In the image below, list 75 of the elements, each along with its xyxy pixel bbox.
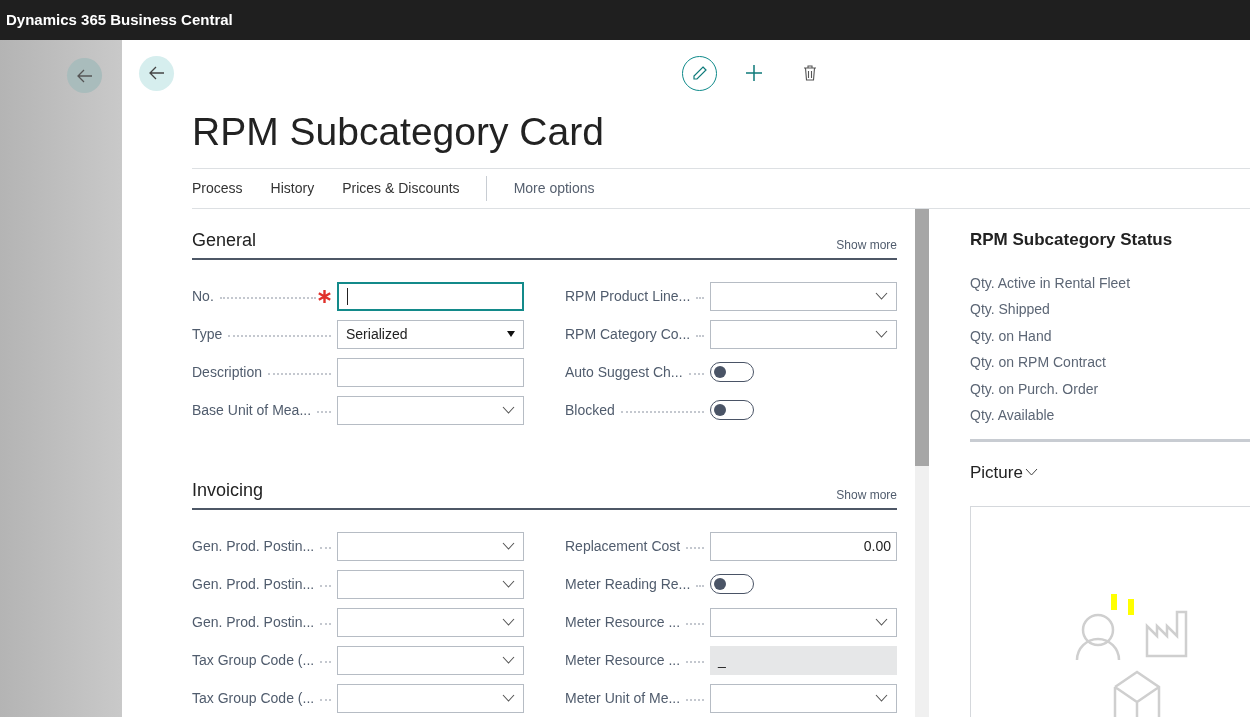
field-label: Gen. Prod. Postin... (192, 536, 315, 556)
dropdown-field[interactable] (337, 607, 524, 637)
back-button[interactable] (139, 55, 174, 91)
section-title[interactable]: General (192, 227, 257, 254)
field-label: Replacement Cost (565, 536, 681, 556)
trash-icon[interactable] (803, 65, 817, 81)
show-more-link[interactable]: Show more (836, 236, 897, 254)
chevron-down-icon (1024, 468, 1038, 477)
field-label: Blocked (565, 400, 615, 420)
field-label: Tax Group Code (... (192, 650, 315, 670)
chevron-down-icon (502, 406, 515, 414)
action-tab[interactable]: History (270, 178, 315, 199)
dropdown-field[interactable] (710, 319, 897, 349)
dropdown-field[interactable] (337, 531, 524, 561)
picture-heading[interactable]: Picture (970, 459, 1038, 485)
more-options-button[interactable]: More options (513, 178, 595, 199)
field-label: Gen. Prod. Postin... (192, 574, 315, 594)
picture-frame[interactable] (970, 506, 1250, 717)
field-label: RPM Product Line... (565, 286, 691, 306)
factbox-field-label: Qty. Active in Rental Fleet (970, 273, 1132, 293)
number-field[interactable]: 0.00 (710, 531, 897, 561)
back-button[interactable] (67, 58, 102, 93)
factbox-field-label: Qty. on RPM Contract (970, 353, 1107, 372)
plus-icon[interactable] (745, 64, 763, 82)
field-label: RPM Category Co... (565, 324, 691, 344)
field-label: Meter Resource ... (565, 612, 681, 632)
toggle-switch[interactable] (710, 362, 754, 382)
readonly-field: _ (710, 645, 897, 675)
select-field[interactable]: Serialized (337, 319, 524, 349)
field-label: Auto Suggest Ch... (565, 362, 683, 382)
action-tab[interactable]: Prices & Discounts (342, 178, 460, 199)
text-field[interactable] (337, 357, 524, 387)
scrollbar-thumb[interactable] (915, 209, 929, 466)
back-arrow-icon (148, 66, 165, 80)
field-label: Type (192, 324, 223, 344)
field-label: Tax Group Code (... (192, 688, 315, 708)
dropdown-field[interactable] (710, 281, 897, 311)
factbox-field-label: Qty. on Hand (970, 326, 1053, 346)
field-label: Meter Unit of Me... (565, 688, 681, 708)
field-label: Meter Reading Re... (565, 574, 691, 594)
show-more-link[interactable]: Show more (836, 486, 897, 504)
chevron-down-icon (875, 694, 888, 702)
chevron-down-icon (502, 542, 515, 550)
back-arrow-icon (76, 68, 93, 83)
chevron-down-icon (502, 580, 515, 588)
dropdown-field[interactable] (337, 645, 524, 675)
caret-down-icon (507, 331, 515, 337)
dropdown-field[interactable] (337, 395, 524, 425)
field-label: Gen. Prod. Postin... (192, 612, 315, 632)
toggle-switch[interactable] (710, 400, 754, 420)
factbox-field-label: Qty. Available (970, 406, 1056, 425)
app-title[interactable]: Dynamics 365 Business Central (6, 8, 233, 32)
text-field[interactable] (337, 281, 524, 311)
section-title[interactable]: Invoicing (192, 477, 264, 504)
action-tab[interactable]: Process (192, 178, 243, 199)
chevron-down-icon (502, 656, 515, 664)
factbox-field-label: Qty. on Purch. Order (970, 379, 1100, 399)
toggle-switch[interactable] (710, 574, 754, 594)
factbox-title: RPM Subcategory Status (970, 229, 1174, 251)
chevron-down-icon (875, 330, 888, 338)
pencil-icon (691, 65, 708, 81)
page-title: RPM Subcategory Card (192, 109, 605, 155)
dropdown-field[interactable] (337, 683, 524, 713)
chevron-down-icon (875, 618, 888, 626)
field-label: No. (192, 286, 214, 306)
field-label: Base Unit of Mea... (192, 400, 312, 420)
chevron-down-icon (502, 618, 515, 626)
factbox-field-label: Qty. Shipped (970, 300, 1051, 319)
dropdown-field[interactable] (337, 569, 524, 599)
chevron-down-icon (502, 694, 515, 702)
field-label: Description (192, 362, 263, 382)
dropdown-field[interactable] (710, 683, 897, 713)
chevron-down-icon (875, 292, 888, 300)
field-label: Meter Resource ... (565, 650, 681, 670)
dropdown-field[interactable] (710, 607, 897, 637)
